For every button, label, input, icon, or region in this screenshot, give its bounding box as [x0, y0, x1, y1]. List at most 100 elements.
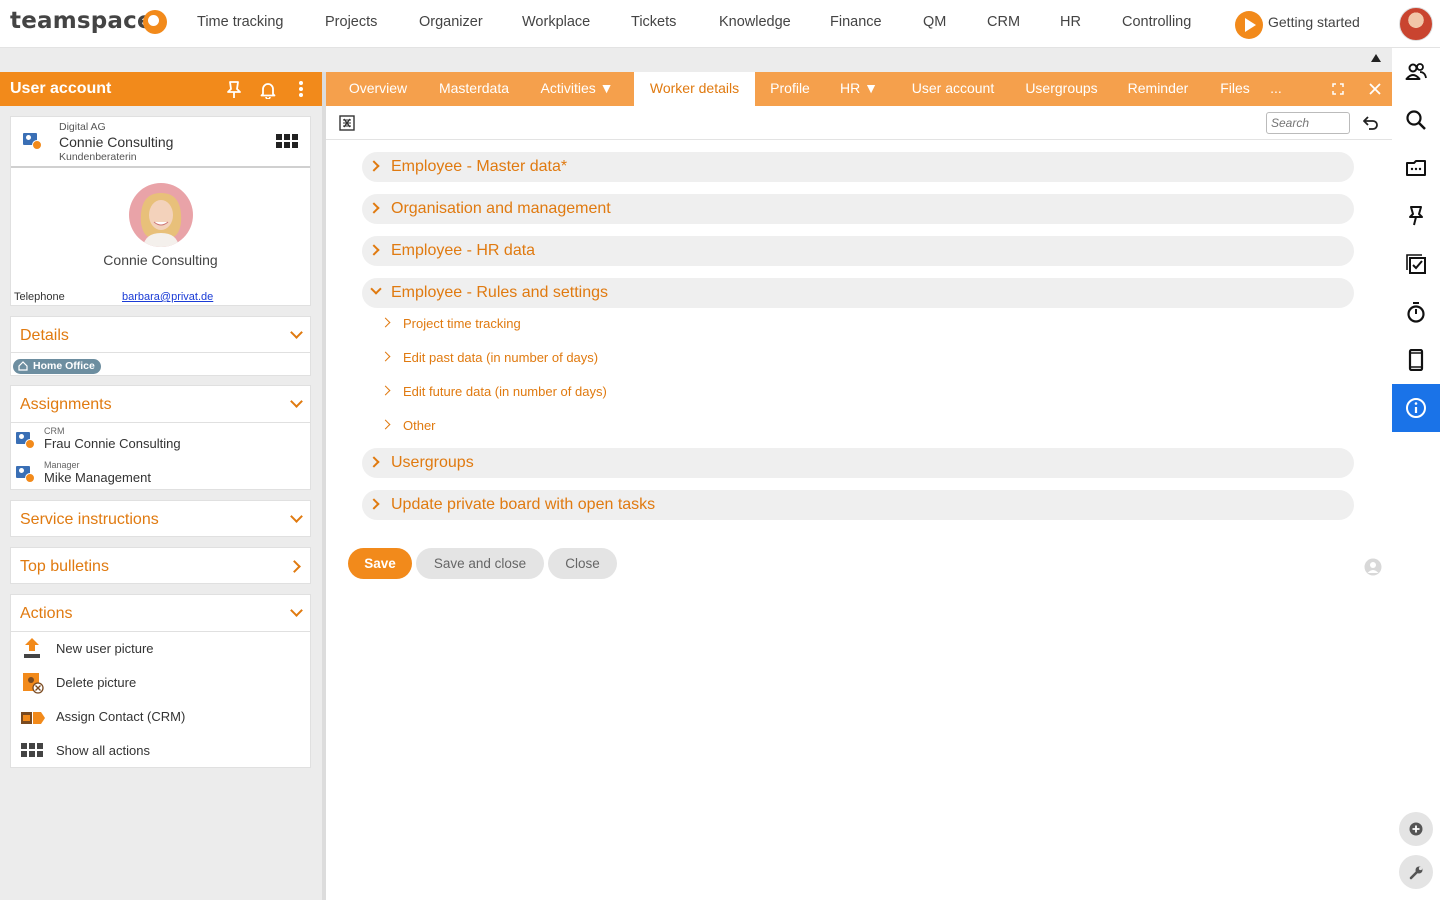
chevron-right-icon[interactable]: [368, 456, 380, 468]
action-new-user-picture[interactable]: New user picture: [56, 641, 154, 656]
subsection-edit-future-data[interactable]: Edit future data (in number of days): [403, 384, 607, 399]
search-input[interactable]: [1266, 112, 1350, 134]
chevron-right-icon[interactable]: [368, 160, 380, 172]
actions-title[interactable]: Actions: [20, 605, 72, 623]
nav-hr[interactable]: HR: [1060, 14, 1081, 30]
more-vertical-icon[interactable]: [298, 80, 304, 98]
nav-time-tracking[interactable]: Time tracking: [197, 14, 283, 30]
collapse-up-icon[interactable]: [1371, 54, 1381, 62]
section-usergroups[interactable]: Usergroups: [362, 448, 1354, 478]
profile-card: Digital AG Connie Consulting Kundenberat…: [10, 116, 311, 306]
details-title[interactable]: Details: [20, 327, 69, 345]
chevron-down-icon[interactable]: [290, 604, 303, 617]
settings-button[interactable]: [1399, 855, 1433, 889]
pin-icon[interactable]: [226, 81, 242, 99]
nav-knowledge[interactable]: Knowledge: [719, 14, 791, 30]
tab-files[interactable]: Files: [1215, 72, 1255, 106]
section-title[interactable]: Employee - HR data: [391, 242, 535, 260]
contacts-button[interactable]: [1392, 48, 1440, 96]
add-button[interactable]: [1399, 812, 1433, 846]
chevron-right-icon[interactable]: [288, 560, 301, 573]
chevron-down-icon[interactable]: [290, 510, 303, 523]
section-title[interactable]: Usergroups: [391, 454, 474, 472]
profile-photo[interactable]: [129, 183, 193, 247]
assignment-value[interactable]: Frau Connie Consulting: [44, 436, 181, 451]
maximize-icon[interactable]: [1332, 83, 1344, 95]
tasks-button[interactable]: [1392, 240, 1440, 288]
nav-finance[interactable]: Finance: [830, 14, 882, 30]
save-button[interactable]: Save: [348, 548, 412, 579]
tab-worker-details[interactable]: Worker details: [634, 72, 755, 106]
chevron-right-icon[interactable]: [368, 498, 380, 510]
action-assign-contact[interactable]: Assign Contact (CRM): [56, 709, 185, 724]
undo-icon[interactable]: [1363, 115, 1379, 131]
subsection-other[interactable]: Other: [403, 418, 436, 433]
tab-activities[interactable]: Activities ▼: [532, 72, 622, 106]
profile-name[interactable]: Connie Consulting: [59, 134, 173, 150]
close-icon[interactable]: [1369, 83, 1381, 95]
top-bulletins-card[interactable]: Top bulletins: [10, 547, 311, 584]
folder-button[interactable]: [1392, 144, 1440, 192]
tab-more[interactable]: ...: [1266, 72, 1286, 106]
getting-started-link[interactable]: Getting started: [1268, 14, 1360, 30]
top-bulletins-title[interactable]: Top bulletins: [20, 558, 109, 576]
nav-qm[interactable]: QM: [923, 14, 946, 30]
section-title[interactable]: Organisation and management: [391, 200, 611, 218]
chevron-right-icon[interactable]: [368, 244, 380, 256]
chevron-down-icon[interactable]: [370, 283, 382, 295]
pinboard-button[interactable]: [1392, 192, 1440, 240]
section-employee-hr-data[interactable]: Employee - HR data: [362, 236, 1354, 266]
tab-overview[interactable]: Overview: [338, 72, 418, 106]
assignments-title[interactable]: Assignments: [20, 396, 112, 414]
tab-masterdata[interactable]: Masterdata: [429, 72, 519, 106]
tab-hr[interactable]: HR ▼: [834, 72, 884, 106]
people-icon: [1405, 63, 1427, 80]
chevron-right-icon[interactable]: [368, 202, 380, 214]
user-info-icon[interactable]: [1364, 558, 1382, 576]
tab-user-account[interactable]: User account: [903, 72, 1003, 106]
tab-usergroups[interactable]: Usergroups: [1017, 72, 1106, 106]
nav-organizer[interactable]: Organizer: [419, 14, 483, 30]
subsection-project-time-tracking[interactable]: Project time tracking: [403, 316, 521, 331]
email-link[interactable]: barbara@privat.de: [122, 291, 213, 303]
nav-crm[interactable]: CRM: [987, 14, 1020, 30]
chevron-right-icon[interactable]: [380, 385, 391, 396]
section-title[interactable]: Employee - Master data*: [391, 158, 567, 176]
action-delete-picture[interactable]: Delete picture: [56, 675, 136, 690]
section-employee-master-data[interactable]: Employee - Master data*: [362, 152, 1354, 182]
close-button[interactable]: Close: [548, 548, 617, 579]
search-button[interactable]: [1392, 96, 1440, 144]
mobile-button[interactable]: [1392, 336, 1440, 384]
section-update-private-board[interactable]: Update private board with open tasks: [362, 490, 1354, 520]
chevron-right-icon[interactable]: [380, 419, 391, 430]
service-instructions-title[interactable]: Service instructions: [20, 511, 159, 529]
nav-workplace[interactable]: Workplace: [522, 14, 590, 30]
folder-icon: [1406, 160, 1426, 176]
app-logo[interactable]: teamspace: [10, 8, 153, 34]
info-button[interactable]: [1392, 384, 1440, 432]
subsection-edit-past-data[interactable]: Edit past data (in number of days): [403, 350, 598, 365]
nav-projects[interactable]: Projects: [325, 14, 377, 30]
assignment-value[interactable]: Mike Management: [44, 470, 151, 485]
grid-menu-icon[interactable]: [276, 134, 298, 148]
section-rules-and-settings[interactable]: Employee - Rules and settings: [362, 278, 1354, 308]
tab-reminder[interactable]: Reminder: [1122, 72, 1194, 106]
chevron-right-icon[interactable]: [380, 351, 391, 362]
nav-controlling[interactable]: Controlling: [1122, 14, 1191, 30]
section-title[interactable]: Employee - Rules and settings: [391, 284, 608, 302]
timer-button[interactable]: [1392, 288, 1440, 336]
chevron-down-icon[interactable]: [290, 395, 303, 408]
bell-icon[interactable]: [259, 81, 277, 99]
section-organisation[interactable]: Organisation and management: [362, 194, 1354, 224]
save-and-close-button[interactable]: Save and close: [416, 548, 544, 579]
tab-profile[interactable]: Profile: [763, 72, 817, 106]
export-excel-icon[interactable]: [339, 115, 355, 131]
action-show-all[interactable]: Show all actions: [56, 743, 150, 758]
service-instructions-card[interactable]: Service instructions: [10, 500, 311, 537]
section-title[interactable]: Update private board with open tasks: [391, 496, 655, 514]
user-avatar[interactable]: [1399, 7, 1433, 41]
chevron-down-icon[interactable]: [290, 326, 303, 339]
play-icon[interactable]: [1235, 11, 1263, 39]
nav-tickets[interactable]: Tickets: [631, 14, 676, 30]
chevron-right-icon[interactable]: [380, 317, 391, 328]
